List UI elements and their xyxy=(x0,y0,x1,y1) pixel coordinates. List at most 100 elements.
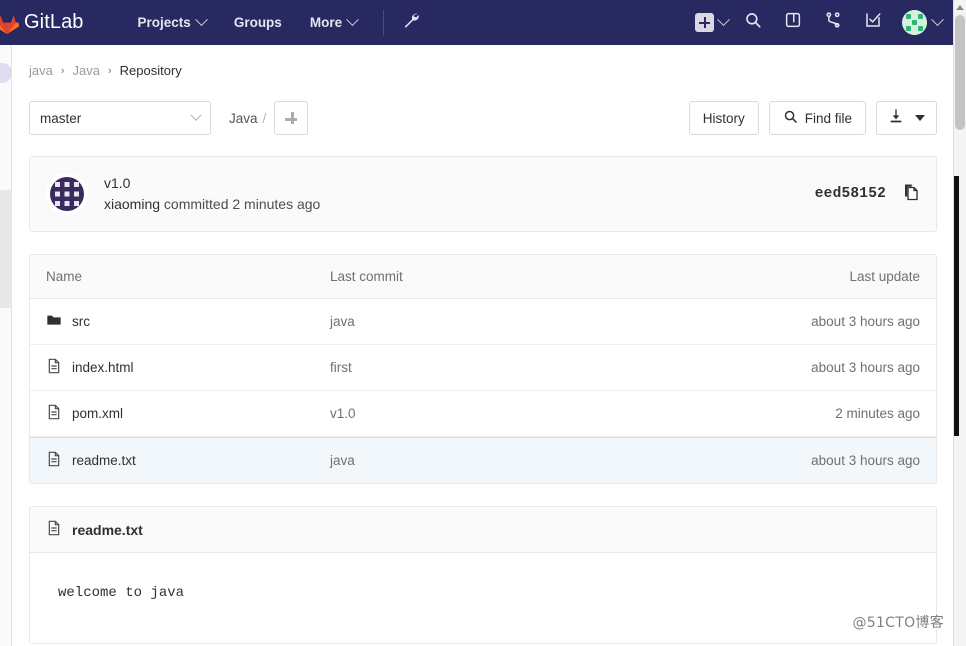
top-navbar: GitLab Projects Groups More xyxy=(0,0,966,45)
identicon-avatar xyxy=(46,173,88,215)
user-menu-button[interactable] xyxy=(894,10,944,35)
copy-icon[interactable] xyxy=(902,183,920,206)
toolbar-actions: History Find file xyxy=(688,101,937,135)
chevron-down-icon xyxy=(931,13,944,27)
file-name-cell: src xyxy=(30,312,330,331)
wrench-icon xyxy=(402,11,421,35)
nav-link-projects-label: Projects xyxy=(137,15,191,30)
issue-boards-button[interactable] xyxy=(774,4,812,42)
chevron-up-icon xyxy=(956,5,964,10)
breadcrumb: java › Java › Repository xyxy=(13,45,953,78)
new-dropdown-button[interactable] xyxy=(691,13,732,32)
search-button[interactable] xyxy=(734,4,772,42)
last-update-cell: 2 minutes ago xyxy=(835,406,920,421)
gitlab-tanuki-icon xyxy=(0,10,20,36)
file-name-cell: pom.xml xyxy=(30,404,330,423)
gitlab-repository-page: GitLab Projects Groups More java › Java … xyxy=(0,0,966,646)
breadcrumb-group[interactable]: java xyxy=(29,63,53,78)
commit-message-link[interactable]: first xyxy=(330,360,352,375)
commit-message-link[interactable]: java xyxy=(330,314,355,329)
chevron-down-icon xyxy=(346,13,359,27)
table-row[interactable]: pom.xml v1.0 2 minutes ago xyxy=(30,391,936,437)
branch-selector-value: master xyxy=(40,110,82,126)
todo-check-icon xyxy=(864,11,882,34)
navbar-menu: Projects Groups More xyxy=(124,0,372,45)
file-tree-table: Name Last commit Last update src java ab… xyxy=(29,254,937,484)
last-commit-cell: first xyxy=(330,360,706,375)
last-update-cell: about 3 hours ago xyxy=(811,453,920,468)
nav-link-projects[interactable]: Projects xyxy=(124,0,220,45)
sidebar-toggle-indicator xyxy=(0,63,12,83)
file-icon xyxy=(46,520,62,539)
download-dropdown-button[interactable] xyxy=(876,101,937,135)
search-icon xyxy=(783,109,798,127)
commit-info: v1.0 xiaoming committed 2 minutes ago xyxy=(104,173,320,215)
collapsed-sidebar-rail[interactable] xyxy=(0,45,12,646)
table-row[interactable]: readme.txt java about 3 hours ago xyxy=(30,437,936,483)
header-last-update: Last update xyxy=(849,269,920,284)
file-link[interactable]: pom.xml xyxy=(72,406,123,421)
branch-selector[interactable]: master xyxy=(29,101,211,135)
table-row[interactable]: index.html first about 3 hours ago xyxy=(30,345,936,391)
add-to-tree-button[interactable] xyxy=(274,101,309,135)
breadcrumb-current: Repository xyxy=(119,63,182,78)
file-table-header: Name Last commit Last update xyxy=(30,255,936,299)
commit-sha-group: eed58152 xyxy=(815,183,920,206)
commit-message-link[interactable]: v1.0 xyxy=(330,406,356,421)
nav-link-groups-label: Groups xyxy=(233,15,282,30)
scrollbar-thumb[interactable] xyxy=(955,15,965,130)
navbar-divider xyxy=(383,9,385,36)
path-root-link[interactable]: Java xyxy=(229,111,258,126)
header-name: Name xyxy=(46,269,83,284)
history-button[interactable]: History xyxy=(688,101,759,135)
folder-icon xyxy=(46,312,62,331)
nav-link-more[interactable]: More xyxy=(296,0,371,45)
chevron-down-icon xyxy=(717,13,730,27)
plus-square-icon xyxy=(695,13,714,32)
navbar-left: GitLab Projects Groups More xyxy=(0,0,428,45)
file-link[interactable]: index.html xyxy=(72,360,134,375)
commit-message-link[interactable]: java xyxy=(330,453,355,468)
file-icon xyxy=(46,358,62,377)
breadcrumb-project[interactable]: Java xyxy=(73,63,100,78)
avatar xyxy=(902,10,927,35)
last-update-cell: about 3 hours ago xyxy=(811,360,920,375)
file-name-cell: index.html xyxy=(30,358,330,377)
chevron-down-icon xyxy=(194,13,208,27)
commit-title[interactable]: v1.0 xyxy=(104,173,320,193)
history-button-label: History xyxy=(702,110,745,126)
page-scrollbar[interactable] xyxy=(953,0,966,646)
brand-name: GitLab xyxy=(24,11,84,33)
last-commit-cell: java xyxy=(330,314,706,329)
gitlab-logo-link[interactable]: GitLab xyxy=(0,0,84,45)
commit-author[interactable]: xiaoming xyxy=(104,196,160,212)
todos-button[interactable] xyxy=(854,4,892,42)
commit-meta-suffix: committed 2 minutes ago xyxy=(163,196,321,212)
table-row[interactable]: src java about 3 hours ago xyxy=(30,299,936,345)
header-last-commit: Last commit xyxy=(330,269,403,284)
nav-link-more-label: More xyxy=(309,15,343,30)
page-content: java › Java › Repository master Java / H… xyxy=(13,45,953,646)
file-link[interactable]: src xyxy=(72,314,90,329)
file-name-cell: readme.txt xyxy=(30,451,330,470)
search-icon xyxy=(744,11,762,34)
breadcrumb-separator: › xyxy=(108,64,112,77)
last-commit-cell: v1.0 xyxy=(330,406,706,421)
readme-panel: readme.txt welcome to java xyxy=(29,506,937,644)
merge-request-icon xyxy=(824,11,842,34)
breadcrumb-separator: › xyxy=(60,64,65,77)
last-update-cell: about 3 hours ago xyxy=(811,314,920,329)
admin-wrench-button[interactable] xyxy=(394,6,428,40)
nav-link-groups[interactable]: Groups xyxy=(220,0,296,45)
issue-board-icon xyxy=(784,11,802,34)
readme-title[interactable]: readme.txt xyxy=(72,522,143,538)
file-link[interactable]: readme.txt xyxy=(72,453,136,468)
readme-header: readme.txt xyxy=(30,507,936,553)
caret-down-icon xyxy=(915,115,925,121)
merge-requests-button[interactable] xyxy=(814,4,852,42)
commit-sha[interactable]: eed58152 xyxy=(815,186,886,202)
scroll-up-button[interactable] xyxy=(954,0,966,15)
download-icon xyxy=(888,108,904,129)
find-file-button[interactable]: Find file xyxy=(768,101,866,135)
navbar-right xyxy=(691,4,966,42)
